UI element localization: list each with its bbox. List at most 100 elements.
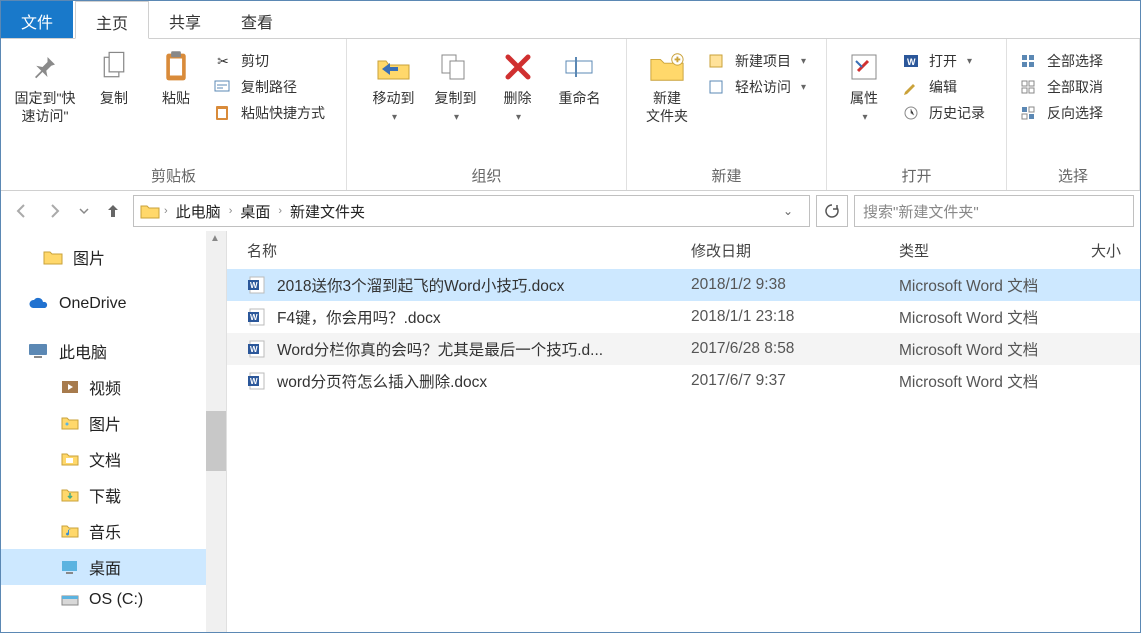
crumb-folder[interactable]: 新建文件夹 <box>286 199 369 224</box>
chevron-right-icon[interactable]: › <box>162 205 170 217</box>
rename-button[interactable]: 重命名 <box>551 45 609 111</box>
group-clipboard: 固定到"快 速访问" 复制 粘贴 ✂剪切 复制路径 粘贴快捷方式 剪贴板 <box>1 39 347 190</box>
file-date: 2017/6/28 8:58 <box>691 340 891 358</box>
moveto-label: 移动到 <box>373 89 415 107</box>
group-select-label: 选择 <box>1015 161 1131 188</box>
chevron-right-icon[interactable]: › <box>276 205 284 217</box>
word-doc-icon: W <box>247 275 267 295</box>
file-row[interactable]: W Word分栏你真的会吗？尤其是最后一个技巧.d... 2017/6/28 8:5… <box>227 333 1140 365</box>
cut-icon: ✂ <box>213 52 233 70</box>
invertselect-button[interactable]: 反向选择 <box>1015 101 1107 125</box>
tree-pictures2[interactable]: 图片 <box>1 405 226 441</box>
file-type: Microsoft Word 文档 <box>891 338 1091 360</box>
crumb-thispc[interactable]: 此电脑 <box>172 199 225 224</box>
easyaccess-icon <box>707 78 727 96</box>
svg-text:W: W <box>907 57 916 67</box>
tree-thispc[interactable]: 此电脑 <box>1 333 226 369</box>
address-dropdown[interactable]: ⌄ <box>783 204 793 218</box>
copyto-icon <box>438 49 474 85</box>
file-row[interactable]: W F4键，你会用吗？.docx 2018/1/1 23:18Microsoft W… <box>227 301 1140 333</box>
pin-label: 固定到"快 速访问" <box>15 89 76 125</box>
crumb-desktop[interactable]: 桌面 <box>236 199 274 224</box>
svg-text:W: W <box>250 313 258 322</box>
delete-label: 删除 <box>504 89 532 107</box>
properties-button[interactable]: 属性▾ <box>835 45 893 128</box>
file-row[interactable]: Wword分页符怎么插入删除.docx2017/6/7 9:37Microsof… <box>227 365 1140 397</box>
history-button[interactable]: 历史记录 <box>897 101 989 125</box>
properties-icon <box>846 49 882 85</box>
copy-button[interactable]: 复制 <box>85 45 143 111</box>
selectnone-icon <box>1019 78 1039 96</box>
tab-share[interactable]: 共享 <box>149 1 221 38</box>
tree-docs[interactable]: 文档 <box>1 441 226 477</box>
chevron-right-icon[interactable]: › <box>227 205 235 217</box>
easyaccess-button[interactable]: 轻松访问▾ <box>703 75 810 99</box>
pin-quickaccess-button[interactable]: 固定到"快 速访问" <box>9 45 81 129</box>
file-date: 2018/1/1 23:18 <box>691 308 891 326</box>
tree-onedrive[interactable]: OneDrive <box>1 289 226 319</box>
address-bar-row: › 此电脑 › 桌面 › 新建文件夹 ⌄ 搜索"新建文件夹" <box>1 191 1140 231</box>
paste-label: 粘贴 <box>162 89 190 107</box>
file-type: Microsoft Word 文档 <box>891 274 1091 296</box>
copyto-button[interactable]: 复制到▾ <box>427 45 485 128</box>
file-type: Microsoft Word 文档 <box>891 370 1091 392</box>
file-type: Microsoft Word 文档 <box>891 306 1091 328</box>
svg-text:W: W <box>250 377 258 386</box>
tree-scrollbar[interactable] <box>206 231 226 632</box>
up-button[interactable] <box>99 197 127 225</box>
group-organize-label: 组织 <box>355 161 618 188</box>
address-bar[interactable]: › 此电脑 › 桌面 › 新建文件夹 ⌄ <box>133 195 810 227</box>
rename-label: 重命名 <box>559 89 601 107</box>
tree-osc[interactable]: OS (C:) <box>1 585 226 615</box>
pasteshortcut-button[interactable]: 粘贴快捷方式 <box>209 101 329 125</box>
paste-button[interactable]: 粘贴 <box>147 45 205 111</box>
selectall-button[interactable]: 全部选择 <box>1015 49 1107 73</box>
tree-desktop[interactable]: 桌面 <box>1 549 226 585</box>
edit-button[interactable]: 编辑 <box>897 75 989 99</box>
group-open: 属性▾ W打开▾ 编辑 历史记录 打开 <box>827 39 1007 190</box>
moveto-button[interactable]: 移动到▾ <box>365 45 423 128</box>
copypath-button[interactable]: 复制路径 <box>209 75 329 99</box>
refresh-button[interactable] <box>816 195 848 227</box>
group-clipboard-label: 剪贴板 <box>9 161 338 188</box>
col-type[interactable]: 类型 <box>891 240 1091 261</box>
delete-button[interactable]: 删除▾ <box>489 45 547 128</box>
col-name[interactable]: 名称 <box>239 240 691 261</box>
tab-home[interactable]: 主页 <box>75 1 149 39</box>
tab-file[interactable]: 文件 <box>1 1 73 38</box>
selectnone-button[interactable]: 全部取消 <box>1015 75 1107 99</box>
rename-icon <box>562 49 598 85</box>
properties-label: 属性 <box>850 89 878 107</box>
tree-videos[interactable]: 视频 <box>1 369 226 405</box>
file-name: 2018送你3个溜到起飞的Word小技巧.docx <box>277 274 564 296</box>
cut-button[interactable]: ✂剪切 <box>209 49 329 73</box>
copyto-label: 复制到 <box>435 89 477 107</box>
column-headers: 名称 修改日期 类型 大小 <box>227 231 1140 269</box>
tab-view[interactable]: 查看 <box>221 1 293 38</box>
file-row[interactable]: W2018送你3个溜到起飞的Word小技巧.docx2018/1/2 9:38M… <box>227 269 1140 301</box>
file-name: Word分栏你真的会吗？尤其是最后一个技巧.d... <box>277 338 603 360</box>
file-date: 2017/6/7 9:37 <box>691 372 891 390</box>
tree-pictures[interactable]: 图片 <box>1 239 226 275</box>
group-new: 新建 文件夹 新建项目▾ 轻松访问▾ 新建 <box>627 39 827 190</box>
col-size[interactable]: 大小 <box>1091 240 1140 261</box>
forward-button[interactable] <box>41 197 69 225</box>
tree-music[interactable]: 音乐 <box>1 513 226 549</box>
newfolder-button[interactable]: 新建 文件夹 <box>635 45 699 129</box>
word-doc-icon: W <box>247 307 267 327</box>
file-name: F4键，你会用吗？.docx <box>277 306 441 328</box>
search-placeholder: 搜索"新建文件夹" <box>863 201 979 222</box>
pasteshortcut-icon <box>213 104 233 122</box>
newitem-label: 新建项目 <box>735 51 791 71</box>
copy-icon <box>96 49 132 85</box>
recent-dropdown[interactable] <box>75 197 93 225</box>
history-label: 历史记录 <box>929 103 985 123</box>
search-input[interactable]: 搜索"新建文件夹" <box>854 195 1134 227</box>
back-button[interactable] <box>7 197 35 225</box>
tree-downloads[interactable]: 下载 <box>1 477 226 513</box>
word-doc-icon: W <box>247 339 267 359</box>
svg-text:W: W <box>250 281 258 290</box>
col-date[interactable]: 修改日期 <box>691 240 891 261</box>
newitem-button[interactable]: 新建项目▾ <box>703 49 810 73</box>
open-button[interactable]: W打开▾ <box>897 49 989 73</box>
